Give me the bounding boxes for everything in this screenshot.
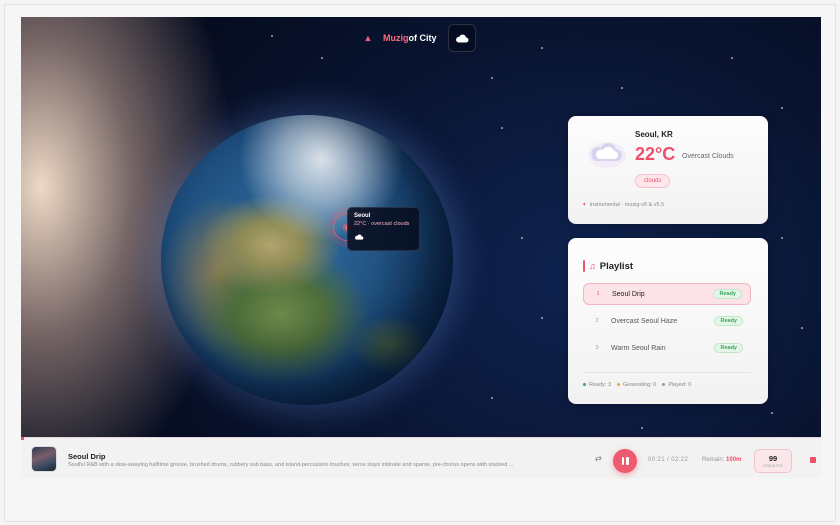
weather-toggle-button[interactable] [448, 24, 476, 52]
popup-condition: 22°C · overcast clouds [354, 221, 410, 227]
cloud-icon [456, 34, 469, 42]
stat-generating: Generating: 0 [617, 382, 656, 388]
track-status-badge: Ready [713, 289, 742, 299]
total-duration: 02:22 [671, 457, 689, 463]
weather-temperature: 22°C [635, 144, 676, 164]
pause-icon [621, 457, 624, 465]
progress-bar[interactable] [21, 437, 24, 440]
logo-text-suffix: of City [408, 33, 437, 43]
player-bar: Seoul Drip Soulful R&B with a slow-swayi… [21, 437, 821, 478]
track-number: 1 [596, 291, 600, 297]
music-note-icon: ♫ [589, 261, 596, 271]
credits-count: 99 [768, 454, 778, 463]
sparkle-icon: ✦ [582, 202, 587, 208]
remain-label: Remain: [702, 457, 725, 463]
shuffle-icon[interactable]: ⇄ [595, 454, 602, 463]
playlist-stats: Ready: 3 Generating: 0 Played: 0 [583, 382, 691, 388]
track-status-badge: Ready [714, 316, 743, 326]
time-readout: 00:21 / 02:22 [648, 457, 688, 463]
weather-footer-text: Instrumental · muzig-v5 & v5.5 [589, 202, 665, 208]
credits-badge[interactable]: 99 CREDITS [754, 449, 792, 473]
status-dot-icon [583, 383, 586, 387]
track-status-badge: Ready [714, 343, 743, 353]
pause-icon [626, 457, 629, 465]
playlist-track[interactable]: 3 Warm Seoul Rain Ready [583, 337, 751, 359]
stop-button[interactable] [810, 457, 816, 463]
stat-generating-text: Generating: 0 [623, 382, 657, 388]
track-number: 2 [595, 318, 599, 324]
playlist-card: ♫ Playlist 1 Seoul Drip Ready 2 Overcast… [568, 238, 768, 404]
playlist-track[interactable]: 2 Overcast Seoul Haze Ready [583, 310, 751, 332]
music-note-icon: ▲ [363, 33, 373, 43]
track-name: Overcast Seoul Haze [611, 317, 678, 325]
status-dot-icon [617, 383, 621, 387]
weather-tag: clouds [635, 174, 671, 188]
now-playing-title: Seoul Drip [68, 452, 106, 461]
header-accent-bar [583, 260, 585, 272]
track-name: Warm Seoul Rain [611, 344, 666, 352]
track-number: 3 [595, 345, 599, 351]
weather-description: Overcast Clouds [682, 153, 734, 160]
logo-text-main: Muzig [383, 33, 409, 43]
status-dot-icon [662, 383, 666, 387]
remain-value: 100m [726, 457, 742, 463]
weather-footer: ✦ Instrumental · muzig-v5 & v5.5 [582, 202, 664, 208]
stat-played-text: Played: 0 [668, 382, 692, 388]
playlist-track[interactable]: 1 Seoul Drip Ready [583, 283, 751, 305]
remaining-readout: Remain: 100m [702, 457, 741, 463]
time-separator: / [667, 457, 670, 463]
earth-globe[interactable] [161, 115, 453, 405]
credits-label: CREDITS [762, 463, 784, 468]
track-name: Seoul Drip [612, 290, 645, 298]
popup-city: Seoul [354, 213, 371, 219]
divider [583, 372, 751, 373]
weather-location: Seoul, KR [635, 130, 673, 139]
stat-ready: Ready: 3 [583, 382, 611, 388]
cloud-icon [355, 234, 364, 240]
overcast-cloud-icon [588, 142, 626, 168]
city-popup: Seoul 22°C · overcast clouds [347, 207, 420, 251]
elapsed-time: 00:21 [648, 457, 666, 463]
album-art [31, 446, 57, 472]
app-logo[interactable]: ▲ Muzigof City [361, 31, 437, 45]
playlist-header: ♫ Playlist [583, 260, 633, 272]
now-playing-description: Soulful R&B with a slow-swaying halftime… [68, 462, 514, 468]
weather-card: Seoul, KR 22°C Overcast Clouds clouds ✦ I… [568, 116, 768, 224]
stat-played: Played: 0 [662, 382, 691, 388]
pause-button[interactable] [613, 449, 637, 473]
playlist-title: Playlist [599, 260, 634, 272]
stat-ready-text: Ready: 3 [589, 382, 612, 388]
